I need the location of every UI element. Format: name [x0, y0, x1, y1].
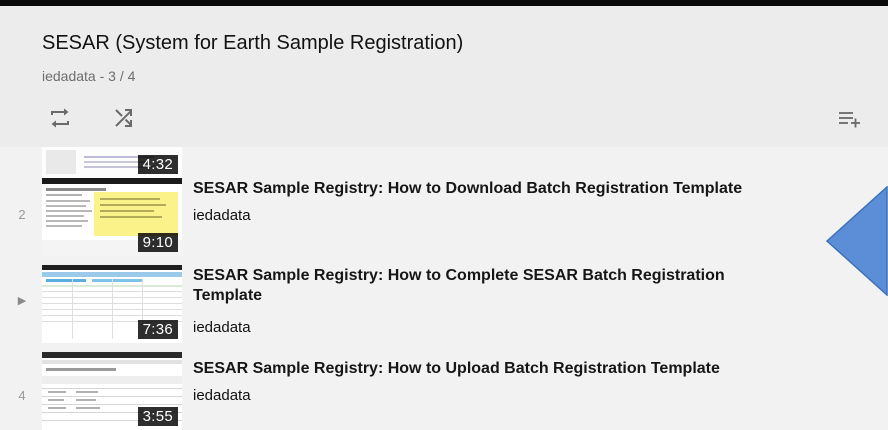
playlist-header: SESAR (System for Earth Sample Registrat… — [0, 6, 888, 147]
video-channel[interactable]: iedadata — [193, 207, 251, 224]
shuffle-button[interactable] — [110, 104, 138, 132]
video-thumbnail[interactable]: 3:55 — [42, 352, 182, 430]
shuffle-icon — [115, 109, 132, 127]
video-duration: 3:55 — [137, 407, 178, 426]
loop-icon — [51, 108, 69, 128]
add-to-queue-button[interactable] — [836, 104, 864, 132]
video-channel[interactable]: iedadata — [193, 387, 251, 404]
item-index: 4 — [18, 388, 26, 403]
now-playing-icon: ▶ — [17, 295, 27, 307]
video-duration: 7:36 — [137, 320, 178, 339]
add-to-queue-icon — [839, 112, 860, 128]
video-thumbnail[interactable]: 7:36 — [42, 265, 182, 343]
video-channel[interactable]: iedadata — [193, 319, 251, 336]
video-thumbnail[interactable]: 9:10 — [42, 178, 182, 256]
loop-button[interactable] — [46, 104, 74, 132]
playlist-title[interactable]: SESAR (System for Earth Sample Registrat… — [42, 32, 463, 55]
video-title[interactable]: SESAR Sample Registry: How to Upload Bat… — [193, 359, 813, 379]
playlist-items: 4:32 2 9:10 SESAR Sample Registry: How t… — [0, 147, 888, 430]
video-duration: 9:10 — [137, 233, 178, 252]
left-arrow-pointer-icon — [826, 186, 888, 296]
playlist-meta[interactable]: iedadata - 3 / 4 — [42, 68, 135, 84]
video-title[interactable]: SESAR Sample Registry: How to Complete S… — [193, 266, 793, 306]
item-index: 2 — [18, 207, 26, 222]
video-title[interactable]: SESAR Sample Registry: How to Download B… — [193, 179, 813, 199]
video-duration: 4:32 — [137, 155, 178, 174]
video-thumbnail[interactable]: 4:32 — [42, 147, 182, 178]
